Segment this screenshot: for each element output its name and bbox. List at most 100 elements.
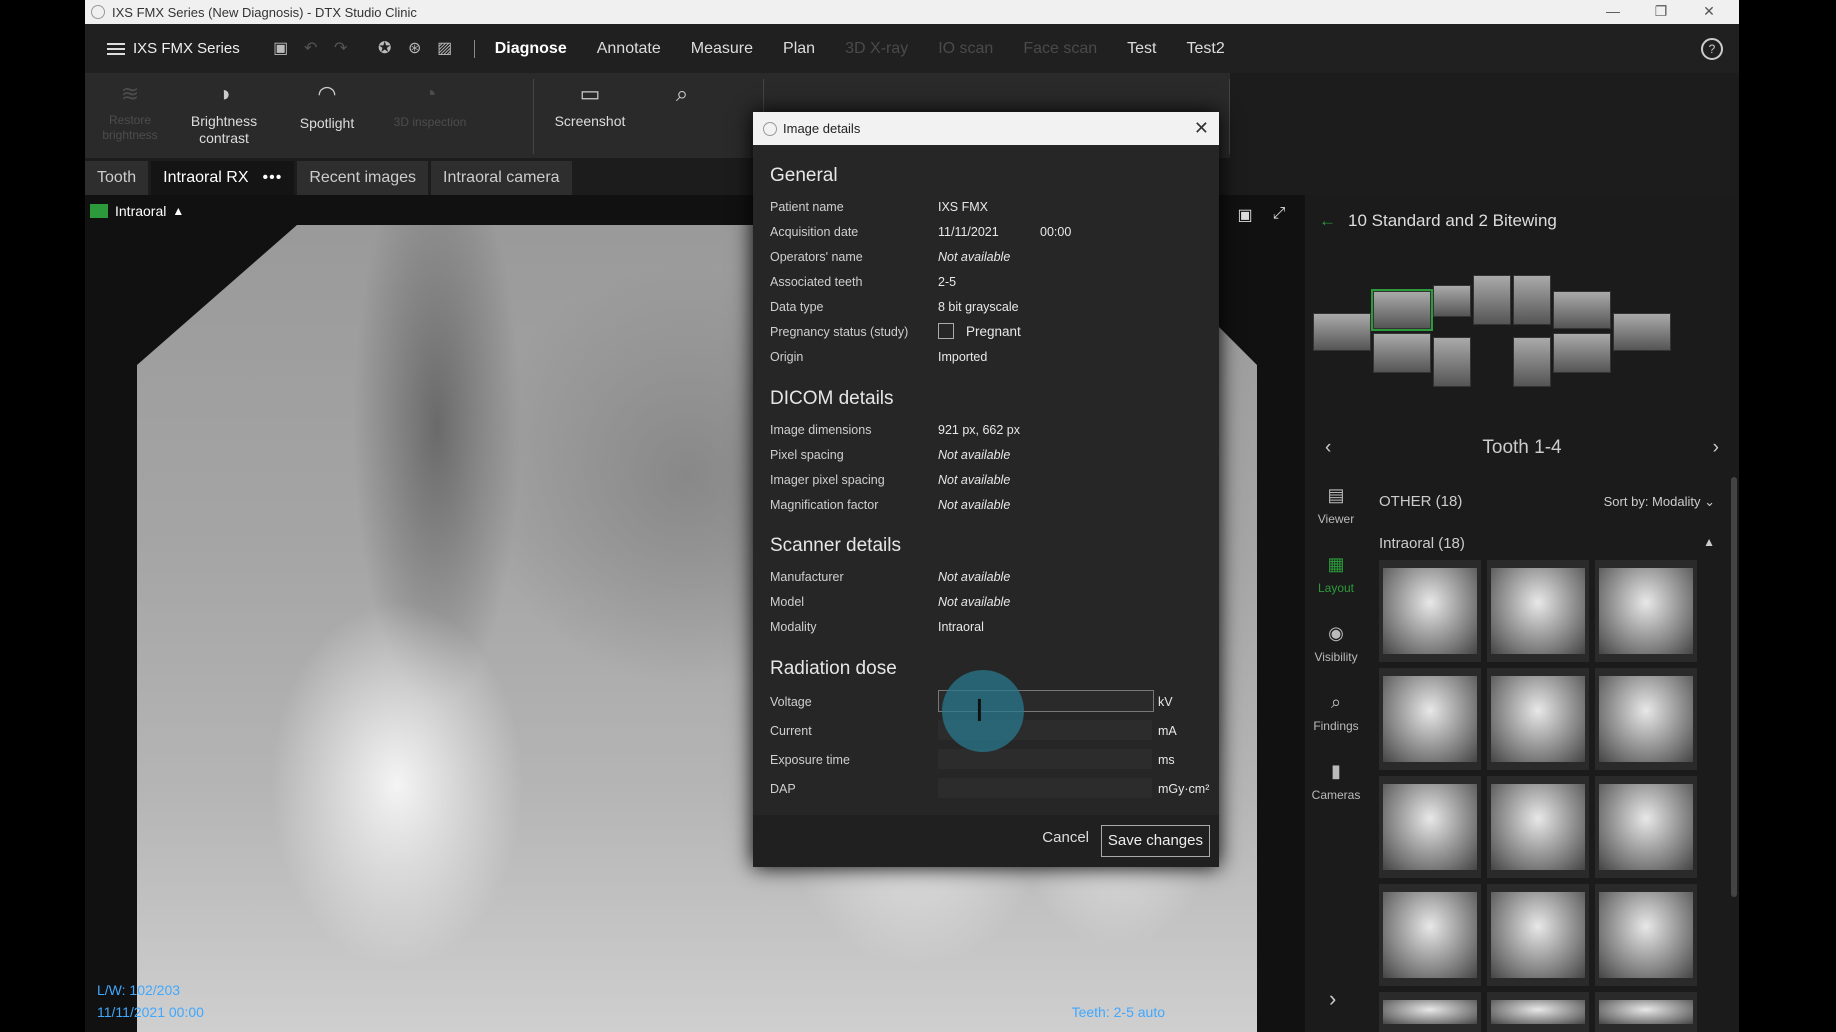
current-unit: mA (1158, 724, 1177, 738)
thumbnail[interactable] (1379, 560, 1481, 662)
image-icon[interactable]: ▨ (436, 40, 454, 58)
pregnant-label[interactable]: Pregnant (966, 323, 1021, 341)
row-label: Magnification factor (770, 498, 879, 512)
thumbnail[interactable] (1487, 668, 1589, 770)
fmx-slot[interactable] (1513, 337, 1551, 387)
thumbnail[interactable] (1487, 560, 1589, 662)
sort-dropdown[interactable]: Sort by: Modality ⌄ (1604, 494, 1715, 510)
cameras-tool[interactable]: ▮ Cameras (1305, 761, 1367, 802)
fmx-slot[interactable] (1313, 313, 1371, 351)
thumbnail[interactable] (1595, 776, 1697, 878)
thumbnail[interactable] (1487, 776, 1589, 878)
viewer-tool[interactable]: ▤ Viewer (1305, 485, 1367, 526)
tab-diagnose[interactable]: Diagnose (495, 40, 567, 58)
spotlight-button[interactable]: ◠ Spotlight (282, 81, 372, 131)
thumbnail[interactable] (1379, 776, 1481, 878)
chevron-right-icon[interactable]: › (1713, 437, 1719, 459)
expand-icon[interactable]: › (1329, 986, 1336, 1012)
more-icon[interactable]: ••• (263, 169, 283, 186)
acquisition-time-value: 00:00 (1040, 225, 1072, 239)
viewer-icon: ▤ (1327, 485, 1345, 505)
3d-inspection-button[interactable]: ◔ 3D inspection (385, 81, 475, 129)
dialog-title: Image details (783, 121, 861, 136)
close-window-icon[interactable]: ✕ (1685, 0, 1733, 24)
thumbnail[interactable] (1595, 560, 1697, 662)
thumbnail[interactable] (1595, 992, 1697, 1032)
thumbnail[interactable] (1595, 884, 1697, 986)
close-icon[interactable]: ✕ (1194, 118, 1209, 139)
thumbnail[interactable] (1379, 884, 1481, 986)
panel-scrollbar[interactable] (1731, 477, 1737, 897)
dap-input[interactable] (938, 778, 1152, 798)
zoom-button[interactable]: ⌕ (637, 81, 727, 113)
thumbnail[interactable] (1487, 992, 1589, 1032)
thumbnail[interactable] (1595, 668, 1697, 770)
tab-measure[interactable]: Measure (691, 40, 753, 58)
magnification-value: Not available (938, 498, 1011, 512)
ribbon-separator (1229, 79, 1230, 154)
fmx-slot[interactable] (1473, 275, 1511, 325)
fit-icon[interactable]: ▣ (1235, 205, 1255, 225)
save-icon[interactable]: ▣ (272, 40, 290, 58)
chevron-up-icon: ▲ (172, 204, 185, 218)
thumbnail[interactable] (1487, 884, 1589, 986)
pregnant-checkbox[interactable] (938, 323, 954, 339)
fmx-slot[interactable] (1513, 275, 1551, 325)
tab-recent-images[interactable]: Recent images (297, 161, 429, 195)
fmx-slot-selected[interactable] (1371, 289, 1433, 331)
row-label: Image dimensions (770, 423, 872, 437)
top-menu-bar: IXS FMX Series ▣ ↶ ↷ ✪ ⊛ ▨ Diagnose Anno… (85, 24, 1739, 73)
fullscreen-icon[interactable]: ⤢ (1269, 205, 1289, 225)
tab-test[interactable]: Test (1127, 40, 1156, 58)
cancel-button[interactable]: Cancel (1042, 829, 1089, 846)
tab-tooth[interactable]: Tooth (85, 161, 149, 195)
layout-tool[interactable]: ▦ Layout (1305, 554, 1367, 595)
minimize-icon[interactable]: — (1589, 0, 1637, 24)
fmx-slot[interactable] (1553, 291, 1611, 329)
exposure-input[interactable] (938, 749, 1152, 769)
thumbnail[interactable] (1379, 668, 1481, 770)
modality-label[interactable]: Intraoral ▲ (90, 203, 184, 219)
fmx-slot[interactable] (1433, 337, 1471, 387)
tab-3d-xray[interactable]: 3D X-ray (845, 40, 908, 58)
thumbnail[interactable] (1379, 992, 1481, 1032)
other-group-label: OTHER (18) (1379, 493, 1463, 510)
help-icon[interactable]: ? (1701, 37, 1723, 60)
layout-icon: ▦ (1327, 554, 1345, 574)
tab-plan[interactable]: Plan (783, 40, 815, 58)
findings-tool[interactable]: ⌕ Findings (1305, 692, 1367, 733)
brightness-contrast-button[interactable]: ◑ Brightness contrast (179, 81, 269, 147)
chevron-up-icon[interactable]: ▲ (1703, 535, 1715, 549)
modality-value: Intraoral (938, 620, 984, 634)
tab-io-scan[interactable]: IO scan (938, 40, 993, 58)
visibility-tool[interactable]: ◉ Visibility (1305, 623, 1367, 664)
screenshot-button[interactable]: ▭ Screenshot (545, 81, 635, 129)
eye-icon: ◉ (1328, 623, 1344, 643)
row-label: Associated teeth (770, 275, 863, 289)
main-menu-button[interactable]: IXS FMX Series (107, 40, 240, 57)
template-header: ← 10 Standard and 2 Bitewing (1319, 211, 1557, 231)
save-changes-button[interactable]: Save changes (1100, 825, 1210, 857)
series-name: IXS FMX Series (133, 40, 240, 57)
restore-brightness-button[interactable]: ≋ Restore brightness (85, 81, 175, 143)
tab-test2[interactable]: Test2 (1186, 40, 1224, 58)
fmx-slot[interactable] (1553, 333, 1611, 373)
viewer-tool-label: Viewer (1317, 512, 1355, 526)
maximize-icon[interactable]: ❐ (1637, 0, 1685, 24)
tab-face-scan[interactable]: Face scan (1023, 40, 1097, 58)
acquisition-date-row: Acquisition date 11/11/2021 00:00 (770, 223, 1210, 241)
fmx-slot[interactable] (1433, 285, 1471, 317)
title-bar: IXS FMX Series (New Diagnosis) - DTX Stu… (85, 0, 1739, 24)
back-arrow-icon[interactable]: ← (1319, 211, 1336, 230)
dentition-icon[interactable]: ⊛ (406, 40, 424, 58)
redo-icon[interactable]: ↷ (332, 40, 350, 58)
tooth-chart-icon[interactable]: ✪ (376, 40, 394, 58)
tab-annotate[interactable]: Annotate (597, 40, 661, 58)
acquisition-date-value: 11/11/2021 (938, 225, 999, 239)
manufacturer-value: Not available (938, 570, 1011, 584)
tab-intraoral-rx[interactable]: Intraoral RX ••• (151, 161, 295, 195)
fmx-slot[interactable] (1613, 313, 1671, 351)
fmx-slot[interactable] (1373, 333, 1431, 373)
tab-intraoral-camera[interactable]: Intraoral camera (431, 161, 572, 195)
undo-icon[interactable]: ↶ (302, 40, 320, 58)
